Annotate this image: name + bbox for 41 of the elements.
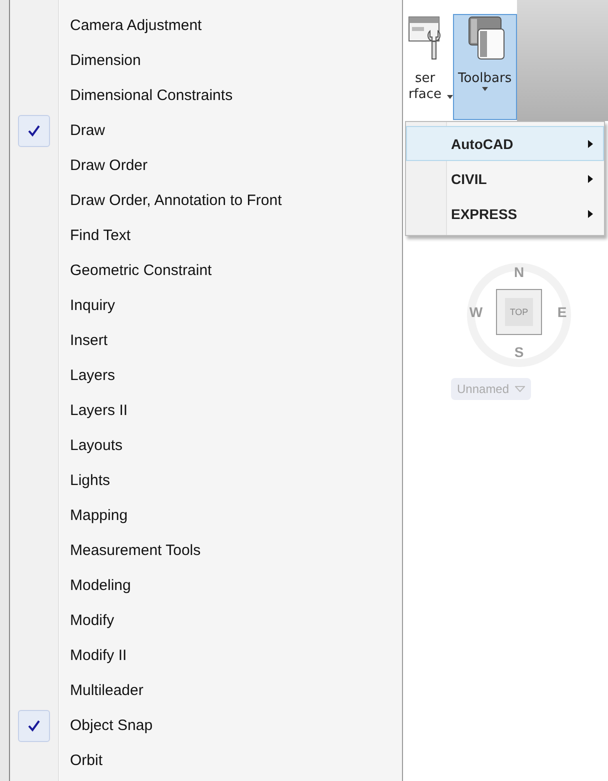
arrow-icon [588, 140, 593, 148]
face-label: TOP [504, 298, 534, 326]
menu-item[interactable]: Draw Order, Annotation to Front [58, 192, 282, 209]
menu-item[interactable]: Modeling [58, 577, 131, 594]
submenu-item[interactable]: CIVIL [406, 161, 604, 196]
ribbon-button[interactable]: ser rface [403, 14, 447, 120]
menu-item[interactable]: Object Snap [58, 717, 153, 734]
menu-item[interactable]: Draw [58, 122, 106, 139]
arrow-icon [588, 210, 593, 218]
menu-item[interactable]: Find Text [58, 227, 131, 244]
menu-item[interactable]: Geometric Constraint [58, 262, 212, 279]
menu-item[interactable]: Measurement Tools [58, 542, 201, 559]
menu-item[interactable]: Mapping [58, 507, 128, 524]
dropdown-icon [515, 386, 526, 392]
menu-item[interactable]: Camera Adjustment [58, 17, 202, 34]
menu-item[interactable]: Multileader [58, 682, 144, 699]
compass-label: W [469, 304, 483, 320]
menu-item[interactable]: Orbit [58, 752, 103, 769]
submenu-item[interactable]: EXPRESS [406, 196, 604, 231]
menu-item[interactable]: Layers [58, 367, 116, 384]
menu-item[interactable]: Layers II [58, 402, 128, 419]
ribbon-button[interactable]: Toolbars [453, 14, 517, 120]
caret-icon [447, 95, 453, 99]
compass-label: S [514, 344, 524, 360]
window-wrench-icon [408, 15, 442, 61]
menu-item[interactable]: Modify [58, 612, 114, 629]
menu-item[interactable]: Lights [58, 472, 110, 489]
menu-item[interactable]: Dimensional Constraints [58, 87, 233, 104]
check-icon [27, 718, 41, 732]
menu-item[interactable]: Inquiry [58, 297, 116, 314]
menu-item[interactable]: Dimension [58, 52, 141, 69]
submenu-item[interactable]: AutoCAD [406, 126, 604, 161]
menu-item[interactable]: Insert [58, 332, 108, 349]
arrow-icon [588, 174, 593, 182]
compass-label: N [514, 264, 524, 280]
menu-item[interactable]: Layouts [58, 437, 123, 454]
check-icon [27, 124, 41, 138]
compass-label: E [557, 304, 567, 320]
caret-icon [482, 87, 488, 91]
menu-item[interactable]: Draw Order [58, 157, 148, 174]
menu-item[interactable]: Modify II [58, 647, 127, 664]
